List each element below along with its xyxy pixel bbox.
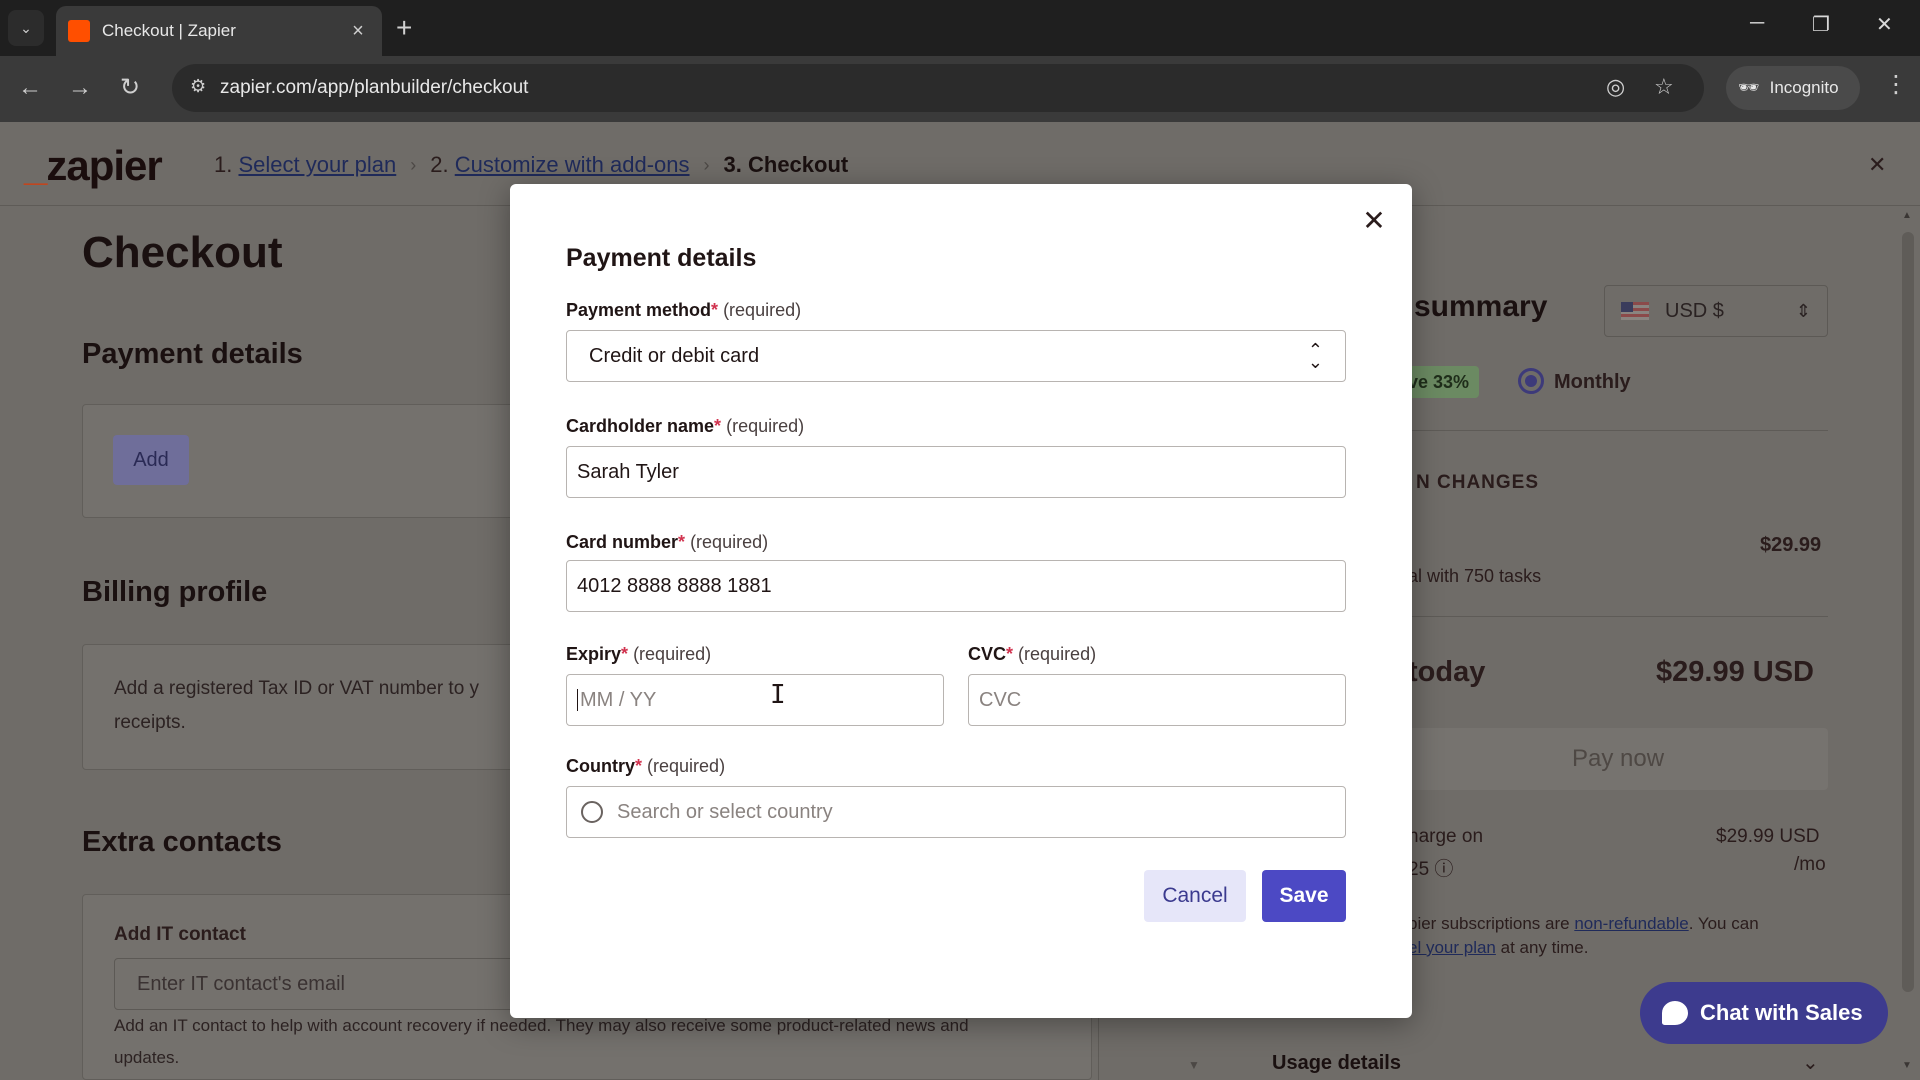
refund-text-line-2: el your plan at any time. [1408, 938, 1589, 957]
expiry-placeholder: MM / YY [580, 688, 657, 711]
page-close-icon[interactable]: ✕ [1868, 152, 1886, 178]
plan-changes-heading: N CHANGES [1416, 472, 1540, 493]
monthly-radio[interactable] [1518, 368, 1544, 394]
incognito-label: Incognito [1769, 78, 1839, 97]
it-help-line-2: updates. [114, 1048, 180, 1067]
minimize-icon[interactable]: ─ [1750, 12, 1764, 35]
step-select-plan-link[interactable]: Select your plan [238, 152, 396, 177]
next-charge-text-2: 25 ⓘ [1408, 859, 1454, 880]
currency-value: USD $ [1665, 299, 1724, 322]
chat-bubble-icon [1662, 1001, 1688, 1025]
non-refundable-link[interactable]: non-refundable [1574, 914, 1688, 933]
browser-tabstrip: ⌄ Checkout | Zapier × + ─ ❐ ✕ [0, 0, 1920, 56]
collapse-triangle-icon: ▼ [1188, 1058, 1200, 1072]
restore-icon[interactable]: ❐ [1812, 12, 1830, 37]
country-placeholder: Search or select country [617, 800, 833, 823]
site-settings-icon[interactable]: ⚙ [190, 76, 206, 97]
payment-method-label: Payment method* (required) [566, 300, 802, 320]
text-caret [577, 689, 578, 711]
search-icon [581, 801, 603, 823]
updown-chevron-icon: ⇕ [1795, 300, 1811, 321]
payment-details-modal: ✕ Payment details Payment method* (requi… [510, 184, 1412, 1018]
step-2: 2. Customize with add-ons [430, 152, 690, 177]
payment-method-value: Credit or debit card [589, 344, 760, 367]
window-close-icon[interactable]: ✕ [1876, 12, 1893, 37]
browser-tab-checkout[interactable]: Checkout | Zapier × [56, 6, 382, 56]
billing-text-line-2: receipts. [114, 712, 186, 733]
cardholder-name-input[interactable]: Sarah Tyler [566, 446, 1346, 498]
step-1: 1. Select your plan [214, 152, 397, 177]
cvc-input[interactable]: CVC [968, 674, 1346, 726]
step-chevron-icon: › [703, 154, 710, 175]
chevron-down-icon[interactable]: ⌄ [1802, 1050, 1819, 1075]
it-contact-label: Add IT contact [114, 924, 246, 945]
incognito-badge[interactable]: 🕶 Incognito [1726, 66, 1860, 110]
eye-off-icon[interactable]: ◎ [1606, 74, 1625, 100]
payment-details-heading: Payment details [82, 338, 303, 370]
text-cursor-icon: I [770, 680, 786, 710]
plan-description: al with 750 tasks [1408, 566, 1542, 586]
forward-arrow-icon[interactable]: → [68, 74, 92, 102]
card-number-label: Card number* (required) [566, 532, 769, 552]
next-charge-per: /mo [1794, 854, 1826, 875]
expiry-input[interactable]: MM / YY [566, 674, 944, 726]
tab-close-icon[interactable]: × [346, 20, 370, 43]
chat-with-sales-button[interactable]: Chat with Sales [1640, 982, 1888, 1044]
bookmark-star-icon[interactable]: ☆ [1654, 74, 1674, 100]
next-charge-amount: $29.99 USD [1716, 826, 1820, 847]
cardholder-name-label: Cardholder name* (required) [566, 416, 805, 436]
modal-title: Payment details [566, 244, 757, 272]
modal-close-icon[interactable]: ✕ [1358, 204, 1390, 236]
due-today-label: today [1408, 656, 1486, 688]
country-search-input[interactable]: Search or select country [566, 786, 1346, 838]
zapier-logo[interactable]: _zapier [24, 142, 163, 190]
scroll-up-arrow-icon[interactable]: ▲ [1902, 210, 1912, 221]
browser-toolbar: ← → ↻ ⚙ zapier.com/app/planbuilder/check… [0, 56, 1920, 122]
tab-title: Checkout | Zapier [102, 21, 236, 40]
tab-search-button[interactable]: ⌄ [8, 10, 44, 46]
page-title: Checkout [82, 228, 283, 277]
card-number-input[interactable]: 4012 8888 8888 1881 [566, 560, 1346, 612]
address-bar[interactable]: ⚙ zapier.com/app/planbuilder/checkout ◎ … [172, 64, 1704, 112]
usage-details-toggle[interactable]: Usage details [1272, 1052, 1401, 1075]
extra-contacts-heading: Extra contacts [82, 826, 282, 858]
back-arrow-icon[interactable]: ← [18, 74, 42, 102]
step-chevron-icon: › [410, 154, 417, 175]
pay-now-button[interactable]: Pay now [1408, 728, 1828, 790]
cancel-button[interactable]: Cancel [1144, 870, 1246, 922]
plan-price: $29.99 [1760, 534, 1822, 556]
country-label: Country* (required) [566, 756, 726, 776]
summary-title: summary [1414, 290, 1548, 323]
checkout-steps: 1. Select your plan › 2. Customize with … [214, 152, 848, 178]
monthly-label: Monthly [1554, 371, 1631, 393]
next-charge-text-1: harge on [1408, 826, 1484, 847]
scroll-down-arrow-icon[interactable]: ▼ [1902, 1060, 1912, 1071]
url-text: zapier.com/app/planbuilder/checkout [220, 77, 529, 98]
cancel-plan-link[interactable]: el your plan [1408, 938, 1496, 957]
incognito-icon: 🕶 [1738, 78, 1760, 97]
us-flag-icon [1621, 302, 1649, 320]
step-3-current: 3. Checkout [723, 152, 849, 177]
payment-method-select[interactable]: Credit or debit card ⌃ ⌄ [566, 330, 1346, 382]
browser-menu-icon[interactable]: ⋮ [1884, 70, 1908, 99]
page-scrollbar[interactable] [1902, 232, 1914, 992]
add-payment-button[interactable]: Add [113, 435, 189, 485]
save-button[interactable]: Save [1262, 870, 1346, 922]
reload-icon[interactable]: ↻ [120, 74, 140, 102]
zapier-favicon-icon [68, 20, 90, 42]
chat-label: Chat with Sales [1700, 1000, 1863, 1025]
new-tab-plus-icon[interactable]: + [396, 12, 412, 44]
cvc-label: CVC* (required) [968, 644, 1097, 664]
billing-profile-heading: Billing profile [82, 576, 268, 608]
refund-text-line-1: pier subscriptions are non-refundable. Y… [1408, 914, 1759, 933]
info-icon[interactable]: ⓘ [1434, 859, 1453, 880]
expiry-label: Expiry* (required) [566, 644, 712, 664]
updown-chevron-icon: ⌃ ⌄ [1307, 340, 1323, 372]
currency-select[interactable]: USD $ ⇕ [1604, 285, 1828, 337]
billing-text-line-1: Add a registered Tax ID or VAT number to… [114, 678, 480, 699]
step-add-ons-link[interactable]: Customize with add-ons [455, 152, 690, 177]
due-today-amount: $29.99 USD [1656, 656, 1814, 688]
